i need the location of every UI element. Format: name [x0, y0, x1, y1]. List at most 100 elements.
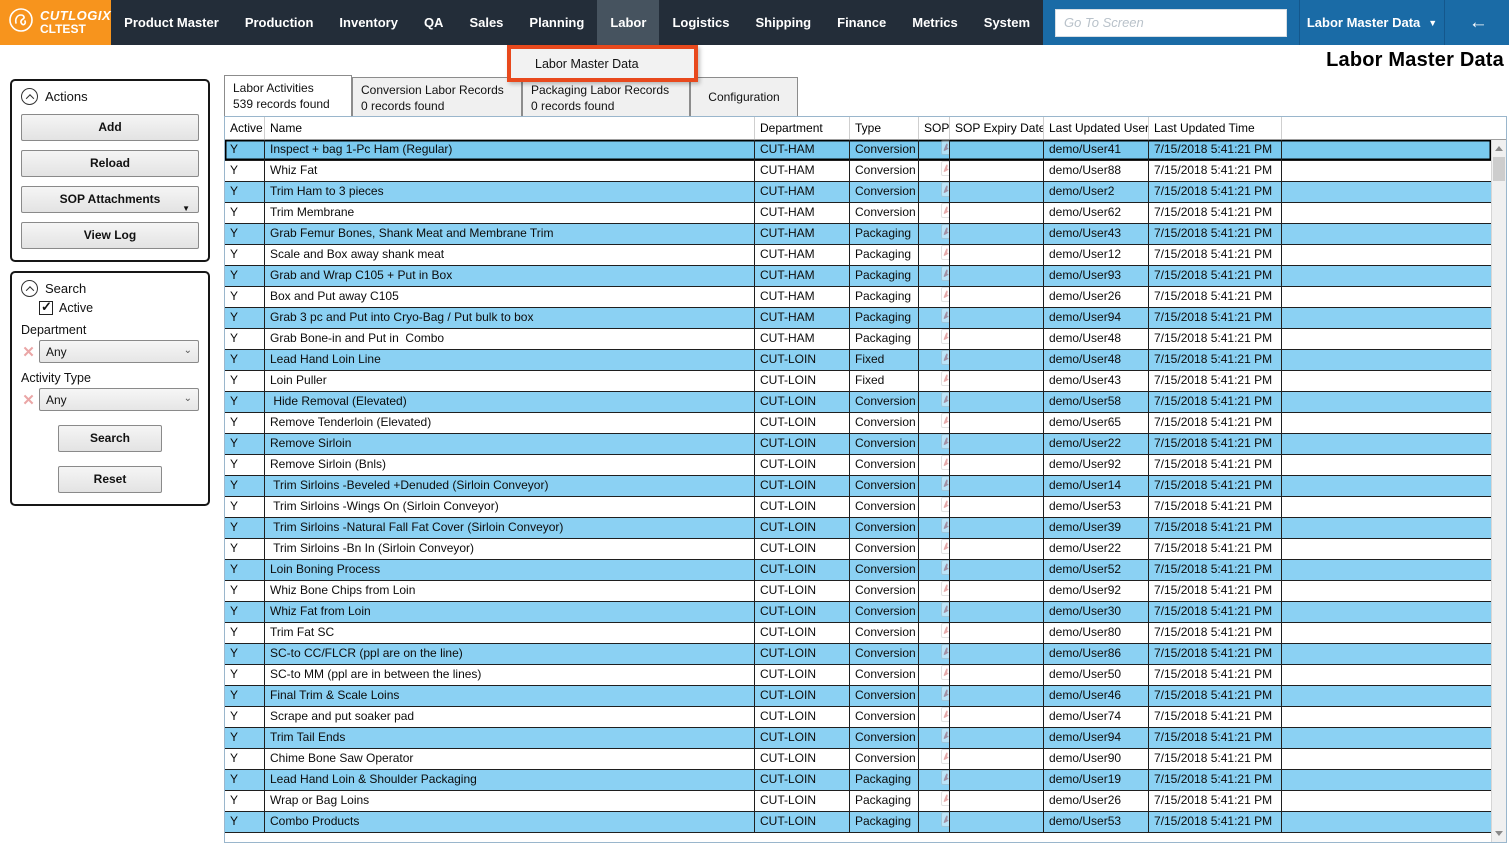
cell-active: Y: [225, 350, 265, 370]
cell-last-updated-time: 7/15/2018 5:41:21 PM: [1149, 434, 1282, 454]
pdf-icon: [919, 770, 950, 790]
table-row[interactable]: Y Wrap or Bag Loins CUT-LOIN Packaging d…: [225, 791, 1491, 812]
table-row[interactable]: Y Lead Hand Loin & Shoulder Packaging CU…: [225, 770, 1491, 791]
table-row[interactable]: Y Box and Put away C105 CUT-HAM Packagin…: [225, 287, 1491, 308]
table-row[interactable]: Y Loin Puller CUT-LOIN Fixed demo/User43…: [225, 371, 1491, 392]
table-row[interactable]: Y Hide Removal (Elevated) CUT-LOIN Conve…: [225, 392, 1491, 413]
table-row[interactable]: Y Chime Bone Saw Operator CUT-LOIN Conve…: [225, 749, 1491, 770]
table-row[interactable]: Y Trim Ham to 3 pieces CUT-HAM Conversio…: [225, 182, 1491, 203]
table-row[interactable]: Y Grab Femur Bones, Shank Meat and Membr…: [225, 224, 1491, 245]
table-row[interactable]: Y Trim Sirloins -Wings On (Sirloin Conve…: [225, 497, 1491, 518]
menu-logistics[interactable]: Logistics: [659, 0, 742, 45]
table-row[interactable]: Y Trim Fat SC CUT-LOIN Conversion demo/U…: [225, 623, 1491, 644]
tab-title: Conversion Labor Records: [361, 82, 513, 98]
table-row[interactable]: Y Scrape and put soaker pad CUT-LOIN Con…: [225, 707, 1491, 728]
department-select[interactable]: Any ⌄: [39, 340, 199, 363]
table-row[interactable]: Y Remove Sirloin (Bnls) CUT-LOIN Convers…: [225, 455, 1491, 476]
menu-production[interactable]: Production: [232, 0, 327, 45]
screen-selector-dropdown[interactable]: Labor Master Data ▼: [1300, 0, 1444, 45]
cell-department: CUT-LOIN: [755, 770, 850, 790]
tab-packaging-labor-records[interactable]: Packaging Labor Records 0 records found: [522, 77, 690, 116]
cell-last-updated-user: demo/User94: [1044, 728, 1149, 748]
cell-active: Y: [225, 581, 265, 601]
cell-last-updated-time: 7/15/2018 5:41:21 PM: [1149, 539, 1282, 559]
table-row[interactable]: Y Loin Boning Process CUT-LOIN Conversio…: [225, 560, 1491, 581]
column-header-sop[interactable]: SOP: [919, 117, 950, 139]
table-row[interactable]: Y Trim Sirloins -Bn In (Sirloin Conveyor…: [225, 539, 1491, 560]
table-row[interactable]: Y Combo Products CUT-LOIN Packaging demo…: [225, 812, 1491, 833]
reset-button[interactable]: Reset: [58, 466, 162, 493]
cell-last-updated-user: demo/User90: [1044, 749, 1149, 769]
cell-sop-expiry-date: [950, 518, 1044, 538]
cell-active: Y: [225, 308, 265, 328]
cell-active: Y: [225, 329, 265, 349]
tab-configuration[interactable]: Configuration: [690, 77, 798, 116]
table-row[interactable]: Y Trim Membrane CUT-HAM Conversion demo/…: [225, 203, 1491, 224]
cell-filler: [1282, 371, 1491, 391]
collapse-toggle-icon[interactable]: [21, 280, 38, 297]
column-header-active[interactable]: Active: [225, 117, 265, 139]
table-row[interactable]: Y Grab Bone-in and Put in Combo CUT-HAM …: [225, 329, 1491, 350]
table-row[interactable]: Y Lead Hand Loin Line CUT-LOIN Fixed dem…: [225, 350, 1491, 371]
column-header-name[interactable]: Name: [265, 117, 755, 139]
column-header-last-updated-time[interactable]: Last Updated Time: [1149, 117, 1282, 139]
menu-planning[interactable]: Planning: [516, 0, 597, 45]
cell-department: CUT-HAM: [755, 182, 850, 202]
table-row[interactable]: Y Grab 3 pc and Put into Cryo-Bag / Put …: [225, 308, 1491, 329]
cell-last-updated-time: 7/15/2018 5:41:21 PM: [1149, 581, 1282, 601]
menu-qa[interactable]: QA: [411, 0, 457, 45]
cell-last-updated-user: demo/User92: [1044, 581, 1149, 601]
menu-metrics[interactable]: Metrics: [899, 0, 971, 45]
sop-attachments-dropdown-button[interactable]: SOP Attachments▼: [21, 186, 199, 213]
view-log-button[interactable]: View Log: [21, 222, 199, 249]
pdf-icon: [919, 266, 950, 286]
search-button[interactable]: Search: [58, 425, 162, 452]
menu-finance[interactable]: Finance: [824, 0, 899, 45]
table-row[interactable]: Y Remove Tenderloin (Elevated) CUT-LOIN …: [225, 413, 1491, 434]
clear-filter-icon[interactable]: ✕: [21, 343, 36, 361]
table-row[interactable]: Y Final Trim & Scale Loins CUT-LOIN Conv…: [225, 686, 1491, 707]
table-row[interactable]: Y Scale and Box away shank meat CUT-HAM …: [225, 245, 1491, 266]
cell-active: Y: [225, 161, 265, 181]
table-row[interactable]: Y Trim Sirloins -Beveled +Denuded (Sirlo…: [225, 476, 1491, 497]
table-row[interactable]: Y Grab and Wrap C105 + Put in Box CUT-HA…: [225, 266, 1491, 287]
activity-type-select[interactable]: Any ⌄: [39, 388, 199, 411]
table-row[interactable]: Y Whiz Fat from Loin CUT-LOIN Conversion…: [225, 602, 1491, 623]
column-header-last-updated-user[interactable]: Last Updated User: [1044, 117, 1149, 139]
table-row[interactable]: Y Whiz Bone Chips from Loin CUT-LOIN Con…: [225, 581, 1491, 602]
reload-button[interactable]: Reload: [21, 150, 199, 177]
table-row[interactable]: Y Remove Sirloin CUT-LOIN Conversion dem…: [225, 434, 1491, 455]
column-header-department[interactable]: Department: [755, 117, 850, 139]
cell-type: Packaging: [850, 287, 919, 307]
table-row[interactable]: Y Inspect + bag 1-Pc Ham (Regular) CUT-H…: [225, 140, 1491, 161]
scroll-up-icon[interactable]: [1495, 146, 1503, 151]
table-row[interactable]: Y Trim Sirloins -Natural Fall Fat Cover …: [225, 518, 1491, 539]
table-row[interactable]: Y SC-to MM (ppl are in between the lines…: [225, 665, 1491, 686]
table-row[interactable]: Y SC-to CC/FLCR (ppl are on the line) CU…: [225, 644, 1491, 665]
scroll-down-icon[interactable]: [1495, 831, 1503, 836]
menu-shipping[interactable]: Shipping: [743, 0, 825, 45]
collapse-toggle-icon[interactable]: [21, 88, 38, 105]
menu-sales[interactable]: Sales: [456, 0, 516, 45]
menu-product-master[interactable]: Product Master: [111, 0, 232, 45]
tab-labor-activities[interactable]: Labor Activities 539 records found: [224, 75, 352, 116]
back-arrow-icon[interactable]: ←: [1469, 12, 1488, 34]
add-button[interactable]: Add: [21, 114, 199, 141]
column-header-type[interactable]: Type: [850, 117, 919, 139]
scrollbar-thumb[interactable]: [1493, 157, 1505, 181]
vertical-scrollbar[interactable]: [1491, 140, 1506, 842]
clear-filter-icon[interactable]: ✕: [21, 391, 36, 409]
cell-sop-expiry-date: [950, 308, 1044, 328]
cell-sop-expiry-date: [950, 266, 1044, 286]
column-header-sop-expiry-date[interactable]: SOP Expiry Date: [950, 117, 1044, 139]
table-row[interactable]: Y Trim Tail Ends CUT-LOIN Conversion dem…: [225, 728, 1491, 749]
menu-system[interactable]: System: [971, 0, 1043, 45]
go-to-screen-input[interactable]: [1055, 9, 1287, 37]
active-checkbox[interactable]: ✓: [39, 301, 53, 315]
tab-conversion-labor-records[interactable]: Conversion Labor Records 0 records found: [352, 77, 522, 116]
menu-item-labor-master-data[interactable]: Labor Master Data: [511, 57, 639, 71]
menu-labor[interactable]: Labor: [597, 0, 659, 45]
table-row[interactable]: Y Whiz Fat CUT-HAM Conversion demo/User8…: [225, 161, 1491, 182]
pdf-icon: [919, 182, 950, 202]
menu-inventory[interactable]: Inventory: [326, 0, 411, 45]
